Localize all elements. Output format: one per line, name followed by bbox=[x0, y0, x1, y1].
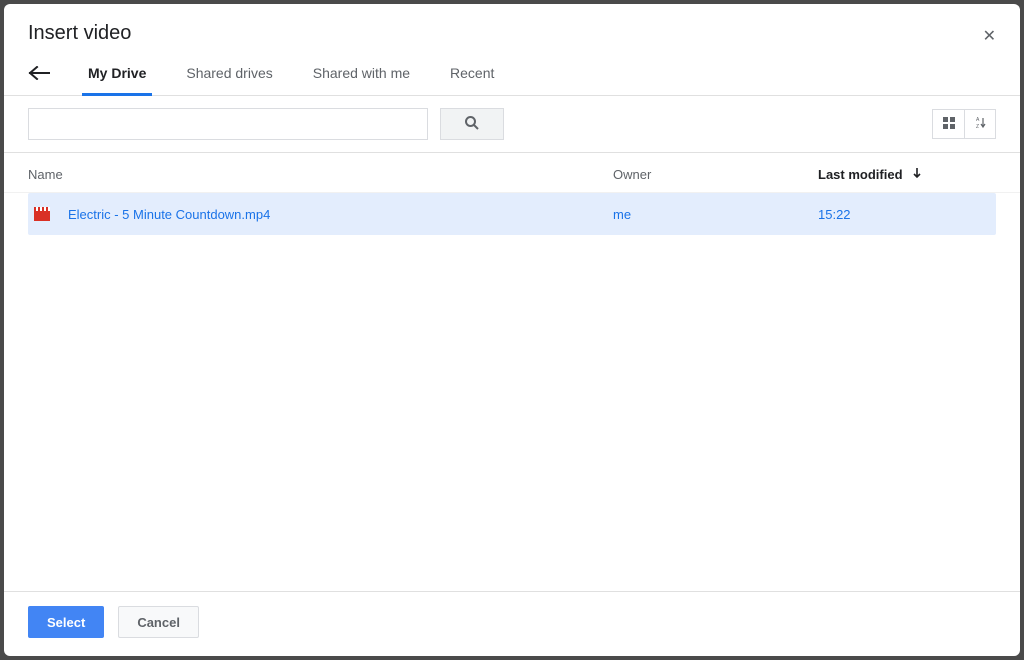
tab-recent[interactable]: Recent bbox=[444, 63, 500, 95]
grid-icon bbox=[942, 116, 956, 133]
grid-view-button[interactable] bbox=[932, 109, 964, 139]
tab-my-drive[interactable]: My Drive bbox=[82, 63, 152, 95]
close-icon: ✕ bbox=[983, 28, 996, 45]
tab-label: Shared with me bbox=[313, 65, 410, 81]
column-modified-label: Last modified bbox=[818, 167, 903, 182]
dialog-footer: Select Cancel bbox=[4, 591, 1020, 656]
search-icon bbox=[464, 115, 480, 134]
sort-descending-icon bbox=[911, 167, 923, 182]
dialog-title: Insert video bbox=[28, 22, 996, 45]
search-bar: AZ bbox=[4, 96, 1020, 153]
tab-label: Shared drives bbox=[186, 65, 272, 81]
file-modified: 15:22 bbox=[818, 207, 996, 222]
file-name: Electric - 5 Minute Countdown.mp4 bbox=[68, 207, 270, 222]
search-input[interactable] bbox=[28, 108, 428, 140]
view-controls: AZ bbox=[932, 109, 996, 139]
cancel-button[interactable]: Cancel bbox=[118, 606, 199, 638]
svg-text:A: A bbox=[976, 117, 980, 123]
tab-shared-with-me[interactable]: Shared with me bbox=[307, 63, 416, 95]
column-name[interactable]: Name bbox=[28, 167, 613, 182]
search-button[interactable] bbox=[440, 108, 504, 140]
file-list: Electric - 5 Minute Countdown.mp4 me 15:… bbox=[4, 193, 1020, 591]
sort-button[interactable]: AZ bbox=[964, 109, 996, 139]
svg-text:Z: Z bbox=[976, 124, 979, 130]
tab-label: My Drive bbox=[88, 65, 146, 81]
file-row[interactable]: Electric - 5 Minute Countdown.mp4 me 15:… bbox=[28, 193, 996, 235]
column-headers: Name Owner Last modified bbox=[4, 153, 1020, 193]
select-button[interactable]: Select bbox=[28, 606, 104, 638]
tab-label: Recent bbox=[450, 65, 494, 81]
back-button[interactable] bbox=[28, 66, 54, 92]
insert-video-dialog: Insert video ✕ My Drive Shared drives Sh… bbox=[4, 4, 1020, 656]
dialog-header: Insert video ✕ bbox=[4, 4, 1020, 63]
column-owner[interactable]: Owner bbox=[613, 167, 818, 182]
column-last-modified[interactable]: Last modified bbox=[818, 167, 996, 182]
close-button[interactable]: ✕ bbox=[979, 22, 1000, 50]
tab-shared-drives[interactable]: Shared drives bbox=[180, 63, 278, 95]
sort-az-icon: AZ bbox=[973, 116, 987, 133]
file-name-cell: Electric - 5 Minute Countdown.mp4 bbox=[28, 207, 613, 222]
file-owner: me bbox=[613, 207, 818, 222]
video-file-icon bbox=[34, 207, 50, 221]
tabs-bar: My Drive Shared drives Shared with me Re… bbox=[4, 63, 1020, 96]
back-arrow-icon bbox=[28, 66, 50, 80]
